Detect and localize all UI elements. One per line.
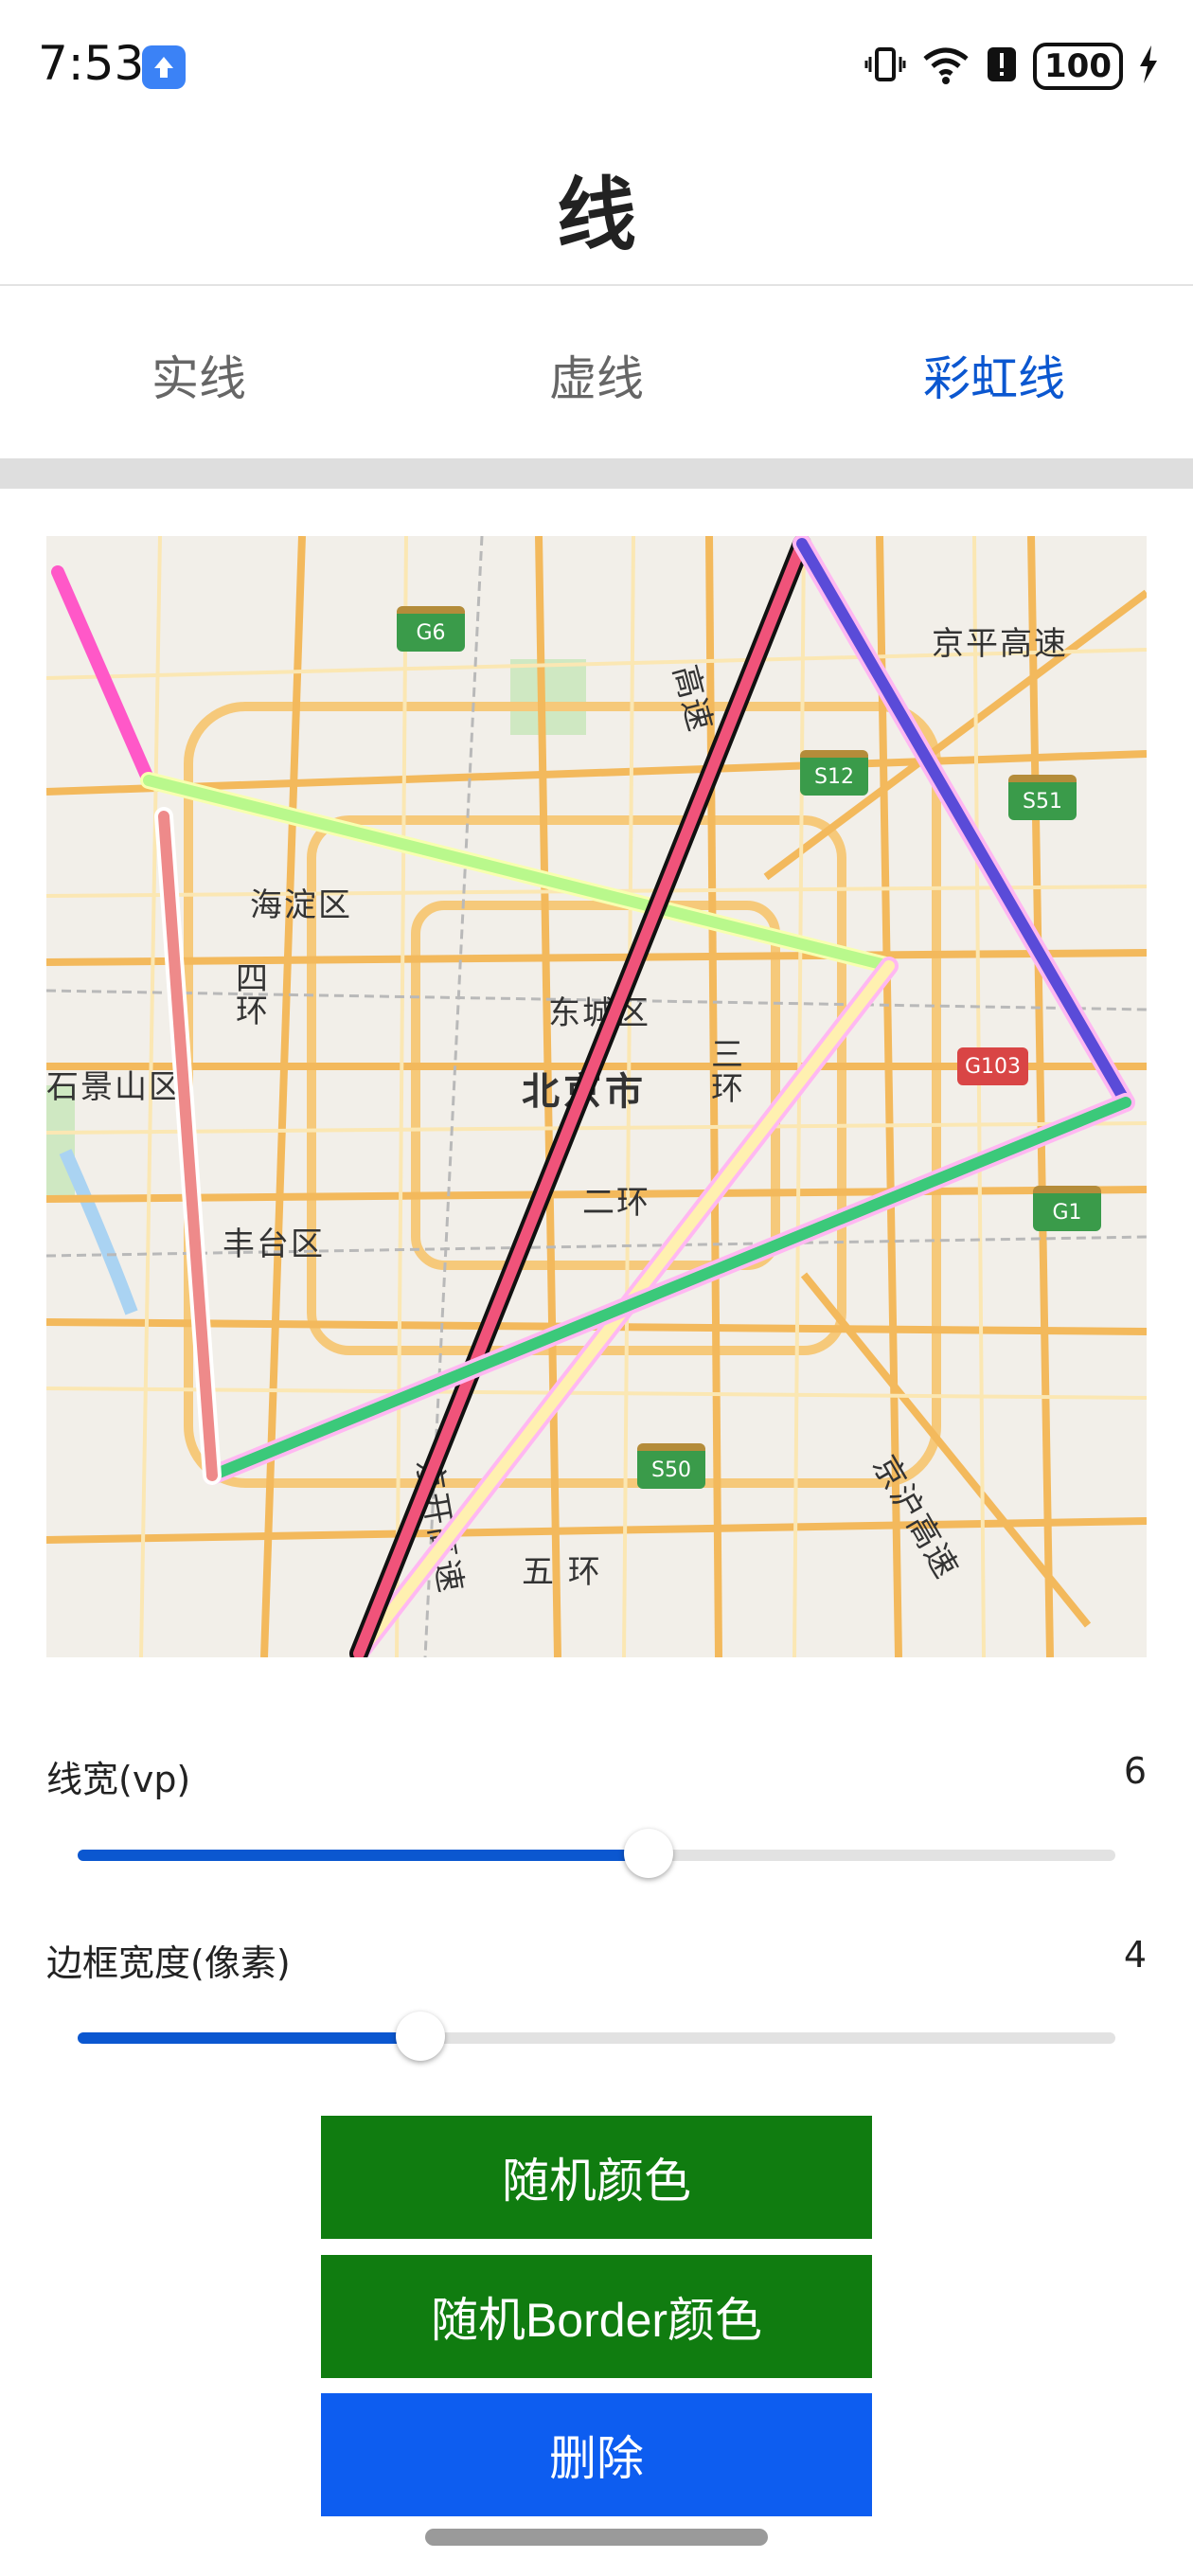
- map-view[interactable]: 海淀区 东城区 北京市 石景山区 丰台区 二环 三 环 四 环 五 环 京平高速…: [46, 536, 1147, 1657]
- tab-solid-line[interactable]: 实线: [0, 341, 398, 409]
- home-indicator[interactable]: [425, 2529, 768, 2546]
- tab-rainbow-line[interactable]: 彩虹线: [795, 341, 1193, 409]
- status-icons: 100: [864, 38, 1159, 95]
- battery-icon: 100: [1033, 43, 1123, 90]
- border-width-slider[interactable]: [78, 2012, 1115, 2061]
- random-border-color-button[interactable]: 随机Border颜色: [321, 2255, 872, 2378]
- random-color-button[interactable]: 随机颜色: [321, 2116, 872, 2239]
- border-width-slider-thumb[interactable]: [395, 2012, 445, 2061]
- battery-level: 100: [1044, 47, 1112, 85]
- delete-button[interactable]: 删除: [321, 2393, 872, 2516]
- border-width-value: 4: [1123, 1934, 1147, 1976]
- border-width-label: 边框宽度(像素): [46, 1942, 291, 1984]
- section-separator: [0, 458, 1193, 489]
- rainbow-segment-1: [51, 565, 155, 787]
- app-notification-icon: [142, 45, 186, 89]
- alert-icon: [986, 44, 1018, 89]
- header-divider: [0, 284, 1193, 286]
- rainbow-polyline: [51, 536, 1135, 1657]
- wifi-icon: [921, 44, 970, 89]
- rainbow-segment-6: [206, 1097, 1131, 1481]
- vibrate-icon: [864, 44, 906, 89]
- page-title: 线: [556, 169, 636, 261]
- line-width-slider-fill: [78, 1850, 649, 1861]
- rainbow-segment-2: [143, 775, 895, 972]
- line-width-label: 线宽(vp): [46, 1759, 191, 1800]
- rainbow-segment-4: [353, 538, 808, 1657]
- tab-dashed-line[interactable]: 虚线: [398, 341, 795, 409]
- line-width-slider-thumb[interactable]: [623, 1829, 673, 1878]
- status-bar: 7:53 100: [0, 0, 1193, 133]
- status-time: 7:53: [38, 36, 145, 91]
- charging-icon: [1138, 44, 1159, 89]
- rainbow-segment-7: [158, 811, 218, 1481]
- line-width-slider[interactable]: [78, 1829, 1115, 1878]
- border-width-slider-fill: [78, 2032, 420, 2044]
- line-width-value: 6: [1123, 1750, 1147, 1792]
